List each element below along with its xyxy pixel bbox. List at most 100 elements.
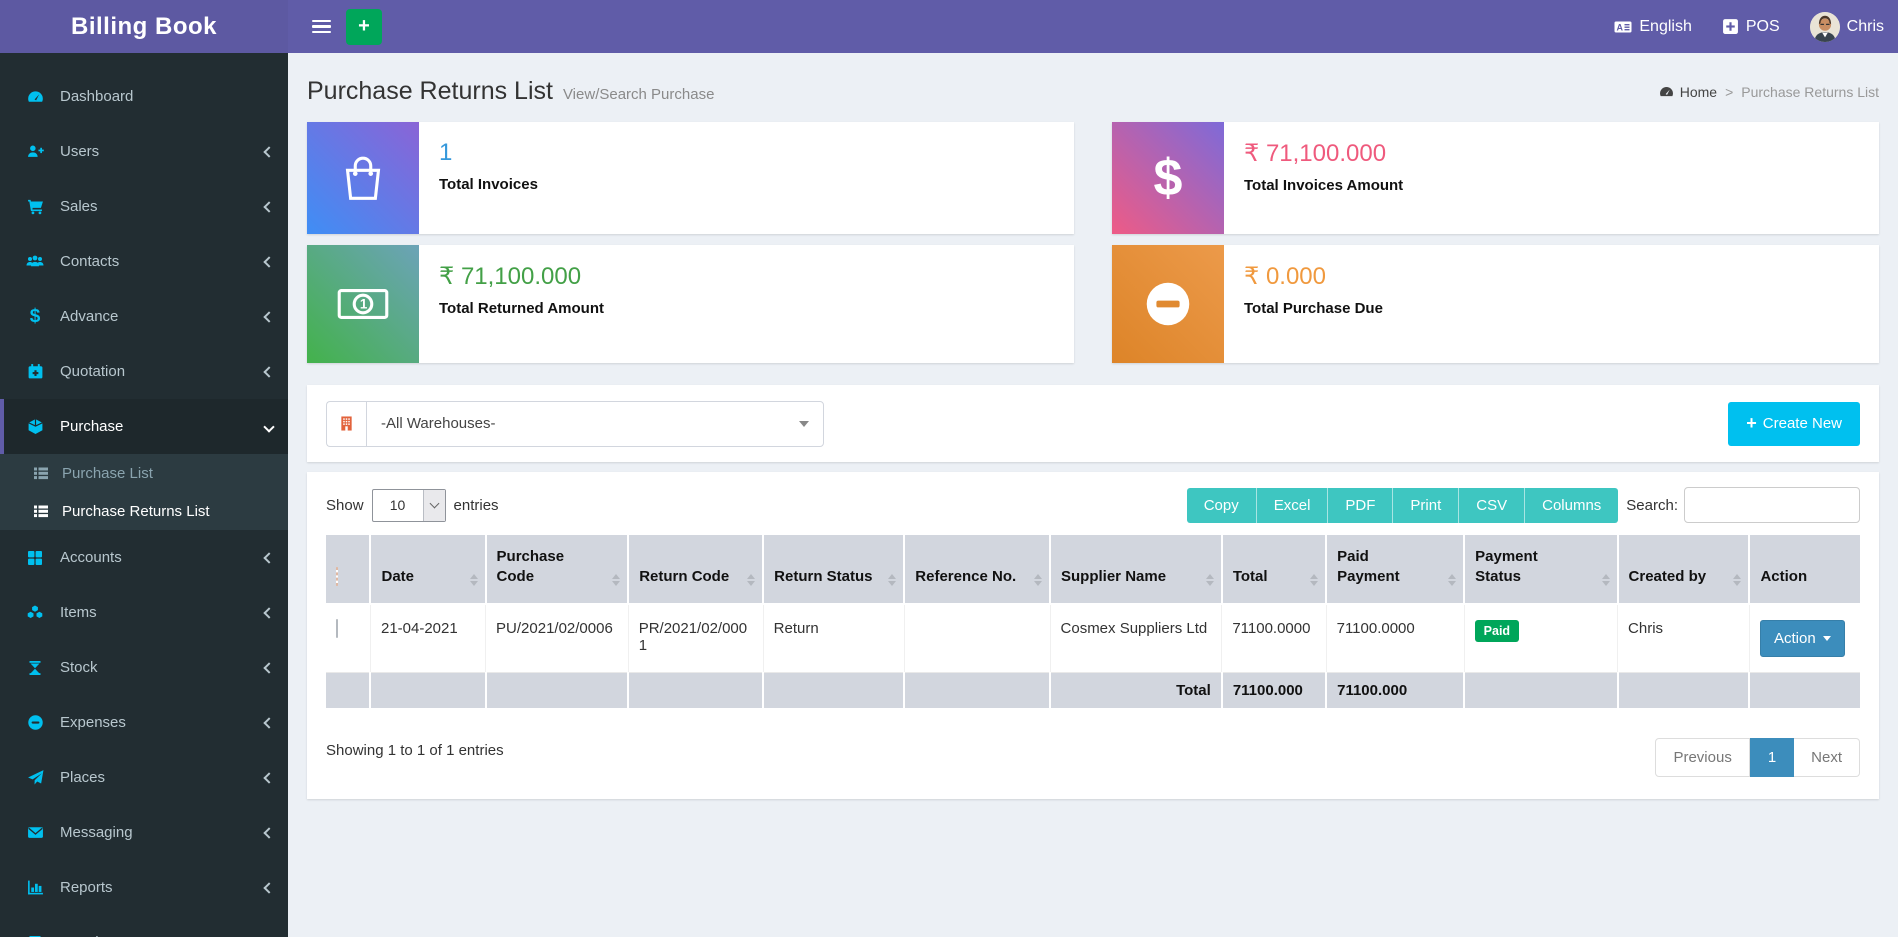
breadcrumb-home-link[interactable]: Home — [1659, 84, 1717, 100]
sidebar-subitem-label: Purchase List — [62, 464, 153, 482]
chevron-left-icon — [263, 200, 275, 213]
column-header-reference-no[interactable]: Reference No. — [904, 535, 1052, 605]
user-menu[interactable]: Chris — [1809, 11, 1884, 42]
sidebar-item-places[interactable]: Places — [0, 750, 288, 805]
column-header-date[interactable]: Date — [370, 535, 487, 605]
sort-icon — [1310, 573, 1319, 586]
sidebar-item-dashboard[interactable]: Dashboard — [0, 69, 288, 124]
pdf-button[interactable]: PDF — [1328, 487, 1394, 523]
cell-date: 21-04-2021 — [370, 603, 487, 673]
footer-total-value: 71100.000 — [1221, 672, 1328, 708]
sidebar-item-label: Quotation — [60, 363, 126, 380]
sort-icon — [888, 573, 897, 586]
column-header-payment-status[interactable]: Payment Status — [1464, 535, 1619, 605]
table-panel: Show 10 entries Copy Excel PDF Print CSV… — [307, 472, 1879, 799]
sidebar-item-label: Places — [60, 769, 106, 786]
next-page-button[interactable]: Next — [1794, 737, 1860, 777]
table-footer-row: Total 71100.000 71100.000 — [326, 672, 1860, 708]
column-header-total[interactable]: Total — [1221, 535, 1328, 605]
sidebar-item-label: Advance — [60, 308, 119, 325]
chevron-left-icon — [263, 255, 275, 268]
sidebar-item-purchase[interactable]: Purchase — [0, 399, 288, 454]
plus-icon: + — [358, 15, 370, 37]
sidebar-item-sales[interactable]: Sales — [0, 179, 288, 234]
cell-return-status: Return — [763, 603, 905, 673]
columns-button[interactable]: Columns — [1525, 487, 1619, 523]
sidebar-item-contacts[interactable]: Contacts — [0, 234, 288, 289]
breadcrumb-separator: > — [1725, 83, 1734, 100]
sort-icon — [469, 573, 478, 586]
sidebar-item-purchase-list[interactable]: Purchase List — [0, 454, 288, 492]
app-logo[interactable]: Billing Book — [0, 0, 288, 53]
stat-label: Total Invoices Amount — [1244, 177, 1404, 194]
cell-reference-no — [904, 603, 1051, 673]
chevron-left-icon — [263, 310, 275, 323]
sidebar-item-users[interactable]: Users — [0, 124, 288, 179]
cell-purchase-code: PU/2021/02/0006 — [485, 603, 629, 673]
envelope-icon — [22, 824, 48, 841]
row-action-button[interactable]: Action — [1759, 619, 1845, 657]
sidebar-item-quotation[interactable]: Quotation — [0, 344, 288, 399]
sidebar-item-advance[interactable]: $ Advance — [0, 289, 288, 344]
sort-icon — [1448, 573, 1457, 586]
cell-created-by: Chris — [1617, 603, 1750, 673]
sidebar-toggle-icon[interactable] — [302, 0, 342, 53]
sidebar-item-label: Dashboard — [60, 88, 134, 105]
column-header-purchase-code[interactable]: Purchase Code — [485, 535, 630, 605]
excel-button[interactable]: Excel — [1256, 487, 1329, 523]
language-menu[interactable]: A English — [1614, 18, 1692, 36]
warehouse-select[interactable]: -All Warehouses- — [366, 400, 824, 447]
column-header-action: Action — [1749, 535, 1860, 605]
sidebar-item-accounts[interactable]: Accounts — [0, 530, 288, 585]
chevron-left-icon — [263, 551, 275, 564]
csv-button[interactable]: CSV — [1459, 487, 1526, 523]
svg-text:A: A — [1617, 22, 1624, 32]
column-header-supplier-name[interactable]: Supplier Name — [1050, 535, 1223, 605]
page-number-button[interactable]: 1 — [1749, 737, 1795, 777]
search-input[interactable] — [1684, 487, 1860, 523]
shopping-bag-icon — [307, 122, 419, 234]
dollar-sign-icon: $ — [1112, 122, 1224, 234]
hourglass-icon — [22, 660, 48, 676]
column-header-return-status[interactable]: Return Status — [763, 535, 906, 605]
avatar — [1809, 11, 1840, 42]
purchase-returns-table: Date Purchase Code Return Code Return St… — [326, 535, 1860, 708]
column-header-return-code[interactable]: Return Code — [628, 535, 765, 605]
chevron-left-icon — [263, 661, 275, 674]
language-icon: A — [1614, 19, 1632, 35]
select-all-header[interactable] — [326, 535, 372, 605]
column-header-created-by[interactable]: Created by — [1617, 535, 1751, 605]
breadcrumb-current: Purchase Returns List — [1741, 83, 1879, 100]
sidebar-item-purchase-returns-list[interactable]: Purchase Returns List — [0, 492, 288, 530]
dollar-icon: $ — [29, 305, 41, 327]
sidebar-item-items[interactable]: Items — [0, 585, 288, 640]
sidebar-item-reports[interactable]: Reports — [0, 860, 288, 915]
chevron-left-icon — [263, 826, 275, 839]
column-header-paid-payment[interactable]: Paid Payment — [1326, 535, 1466, 605]
create-new-button[interactable]: + Create New — [1728, 401, 1860, 446]
sidebar-item-label: Items — [60, 604, 97, 621]
stat-value: ₹ 71,100.000 — [439, 263, 582, 290]
gauge-icon — [22, 88, 48, 105]
sidebar-item-expenses[interactable]: Expenses — [0, 695, 288, 750]
previous-page-button[interactable]: Previous — [1655, 737, 1750, 777]
row-checkbox[interactable] — [336, 618, 338, 638]
select-all-checkbox[interactable] — [336, 567, 338, 587]
sort-icon — [1034, 573, 1043, 586]
page-length-select[interactable]: 10 — [371, 488, 446, 522]
sort-icon — [1601, 573, 1610, 586]
svg-text:1: 1 — [360, 297, 368, 312]
sidebar-item-label: Accounts — [60, 549, 122, 566]
sidebar-item-warehouse[interactable]: Warehouse — [0, 915, 288, 937]
print-button[interactable]: Print — [1393, 487, 1460, 523]
sidebar-item-stock[interactable]: Stock — [0, 640, 288, 695]
minus-circle-icon — [22, 714, 48, 731]
sidebar-item-label: Messaging — [60, 824, 133, 841]
cube-icon — [22, 418, 48, 435]
copy-button[interactable]: Copy — [1186, 487, 1257, 523]
search-label: Search: — [1626, 496, 1678, 514]
sidebar-item-messaging[interactable]: Messaging — [0, 805, 288, 860]
quick-add-button[interactable]: + — [346, 8, 382, 45]
stat-card-total-invoices: 1 Total Invoices — [307, 122, 1074, 234]
pos-button[interactable]: POS — [1722, 18, 1780, 36]
